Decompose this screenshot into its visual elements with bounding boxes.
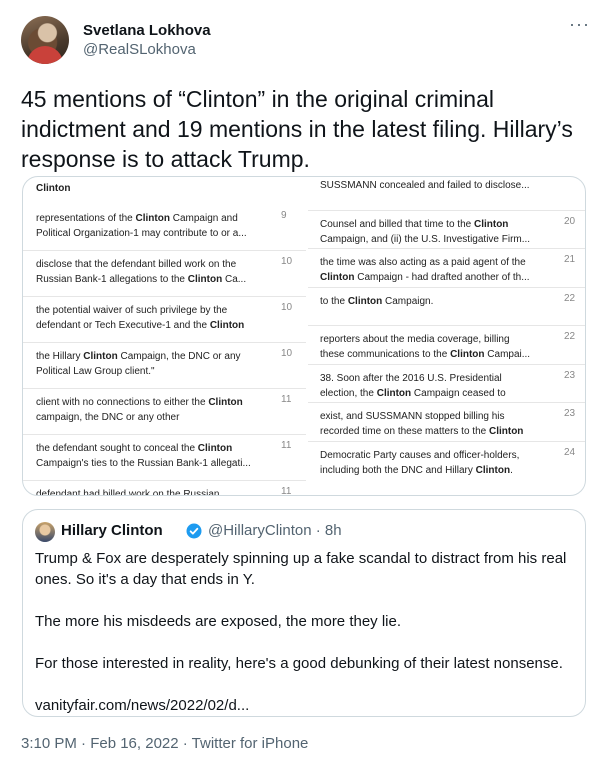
result-line: including both the DNC and Hillary Clint… (320, 464, 513, 476)
result-line: 38. Soon after the 2016 U.S. Presidentia… (320, 372, 502, 384)
page-number: 10 (281, 256, 293, 267)
search-result-text: the defendant sought to conceal the Clin… (36, 441, 261, 471)
search-result-text: exist, and SUSSMANN stopped billing his r… (320, 409, 555, 439)
search-result-text: representations of the Clinton Campaign … (36, 211, 261, 241)
search-result-row[interactable]: disclose that the defendant billed work … (23, 250, 306, 296)
search-result-text: defendant had billed work on the Russian (36, 487, 261, 496)
result-line: disclose that the defendant billed work … (36, 259, 237, 270)
tweet-header: Svetlana Lokhova @RealSLokhova ··· (21, 14, 589, 64)
search-result-text: disclose that the defendant billed work … (36, 257, 261, 287)
quoted-author-handle-time: @HillaryClinton · 8h (208, 522, 342, 539)
result-line: the potential waiver of such privilege b… (36, 305, 228, 316)
quoted-link[interactable]: vanityfair.com/news/2022/02/d... (35, 695, 575, 716)
result-line: client with no connections to either the… (36, 397, 243, 408)
search-result-text: client with no connections to either the… (36, 395, 261, 425)
search-result-text: the potential waiver of such privilege b… (36, 303, 261, 333)
result-line: to the Clinton Campaign. (320, 295, 434, 307)
search-result-row[interactable]: representations of the Clinton Campaign … (23, 204, 306, 250)
quoted-tweet[interactable]: Hillary Clinton @HillaryClinton · 8h Tru… (22, 509, 586, 717)
tweet-text: 45 mentions of “Clinton” in the original… (21, 86, 573, 172)
page-number: 11 (281, 486, 292, 496)
result-line: Political Law Group client." (36, 366, 155, 377)
page-number: 23 (564, 408, 576, 419)
result-line: Campaign, and (ii) the U.S. Investigativ… (320, 233, 531, 245)
search-result-row[interactable]: reporters about the media coverage, bill… (308, 325, 585, 364)
search-result-text: the time was also acting as a paid agent… (320, 255, 555, 285)
more-horizontal-icon[interactable]: ··· (569, 14, 590, 35)
page-number: 22 (564, 292, 576, 304)
search-result-row[interactable]: client with no connections to either the… (23, 388, 306, 434)
tweet-timestamp[interactable]: 3:10 PM · Feb 16, 2022 · Twitter for iPh… (21, 735, 308, 752)
page-number: 9 (281, 210, 287, 221)
quoted-author-avatar (35, 522, 55, 542)
search-result-row[interactable]: the defendant sought to conceal the Clin… (23, 434, 306, 480)
page-number: 20 (564, 215, 576, 227)
search-result-text: the Hillary Clinton Campaign, the DNC or… (36, 349, 261, 379)
search-result-row[interactable]: Counsel and billed that time to the Clin… (308, 209, 585, 249)
result-line: these communications to the Clinton Camp… (320, 349, 531, 360)
quoted-paragraph: Trump & Fox are desperately spinning up … (35, 550, 567, 588)
search-result-row[interactable]: 38. Soon after the 2016 U.S. Presidentia… (308, 363, 585, 403)
search-result-text: 38. Soon after the 2016 U.S. Presidentia… (320, 371, 555, 401)
result-line: Clinton Campaign - had drafted another o… (320, 272, 530, 283)
quoted-tweet-body: Trump & Fox are desperately spinning up … (35, 548, 575, 737)
result-line: defendant had billed work on the Russian (36, 489, 220, 496)
quoted-author-name: Hillary Clinton (61, 522, 163, 539)
media-search-heading: Clinton (36, 183, 71, 194)
author-avatar[interactable] (21, 16, 69, 64)
tweet-media-image[interactable]: Clinton representations of the Clinton C… (22, 176, 586, 496)
quoted-paragraph: For those interested in reality, here's … (35, 655, 563, 672)
verified-badge-icon (186, 523, 202, 539)
page-number: 22 (564, 331, 576, 342)
result-line: reporters about the media coverage, bill… (320, 334, 510, 345)
result-line: defendant or Tech Executive-1 and the Cl… (36, 320, 245, 331)
media-right-column: SUSSMANN concealed and failed to disclos… (308, 177, 585, 495)
search-result-row[interactable]: defendant had billed work on the Russian… (23, 480, 306, 496)
result-line: recorded time on these matters to the Cl… (320, 426, 524, 437)
media-left-column: Clinton representations of the Clinton C… (23, 177, 306, 496)
result-line: Democratic Party causes and officer-hold… (320, 449, 520, 461)
page-number: 10 (281, 348, 293, 359)
search-result-row[interactable]: the potential waiver of such privilege b… (23, 296, 306, 342)
result-line: election, the Clinton Campaign ceased to (320, 387, 506, 399)
search-result-text: SUSSMANN concealed and failed to disclos… (320, 178, 555, 193)
search-result-row[interactable]: exist, and SUSSMANN stopped billing his r… (308, 402, 585, 441)
result-line: Russian Bank-1 allegations to the Clinto… (36, 274, 247, 285)
search-result-row[interactable]: Democratic Party causes and officer-hold… (308, 440, 585, 480)
search-result-row[interactable]: the time was also acting as a paid agent… (308, 248, 585, 287)
search-result-row[interactable]: the Hillary Clinton Campaign, the DNC or… (23, 342, 306, 388)
result-line: Counsel and billed that time to the Clin… (320, 218, 509, 230)
result-line: SUSSMANN concealed and failed to disclos… (320, 180, 530, 191)
result-line: campaign, the DNC or any other (36, 412, 180, 423)
author-name[interactable]: Svetlana Lokhova (83, 22, 211, 39)
search-result-text: to the Clinton Campaign. (320, 294, 555, 309)
author-handle[interactable]: @RealSLokhova (83, 41, 196, 58)
page-number: 11 (281, 440, 292, 451)
result-line: the Hillary Clinton Campaign, the DNC or… (36, 351, 241, 362)
result-line: the time was also acting as a paid agent… (320, 257, 526, 268)
search-result-row[interactable]: to the Clinton Campaign. 22 (308, 286, 585, 326)
page-number: 11 (281, 394, 292, 405)
result-line: Campaign's ties to the Russian Bank-1 al… (36, 458, 251, 469)
result-line: exist, and SUSSMANN stopped billing his (320, 411, 505, 422)
result-line: representations of the Clinton Campaign … (36, 213, 238, 224)
page-number: 23 (564, 369, 576, 381)
result-line: Political Organization-1 may contribute … (36, 228, 247, 239)
page-number: 21 (564, 254, 576, 265)
page-number: 24 (564, 446, 576, 458)
search-result-text: reporters about the media coverage, bill… (320, 332, 555, 362)
search-result-text: Democratic Party causes and officer-hold… (320, 448, 555, 478)
search-result-row[interactable]: SUSSMANN concealed and failed to disclos… (308, 177, 585, 210)
result-line: the defendant sought to conceal the Clin… (36, 443, 233, 454)
page-number: 10 (281, 302, 293, 313)
search-result-text: Counsel and billed that time to the Clin… (320, 217, 555, 247)
quoted-paragraph: The more his misdeeds are exposed, the m… (35, 613, 402, 630)
